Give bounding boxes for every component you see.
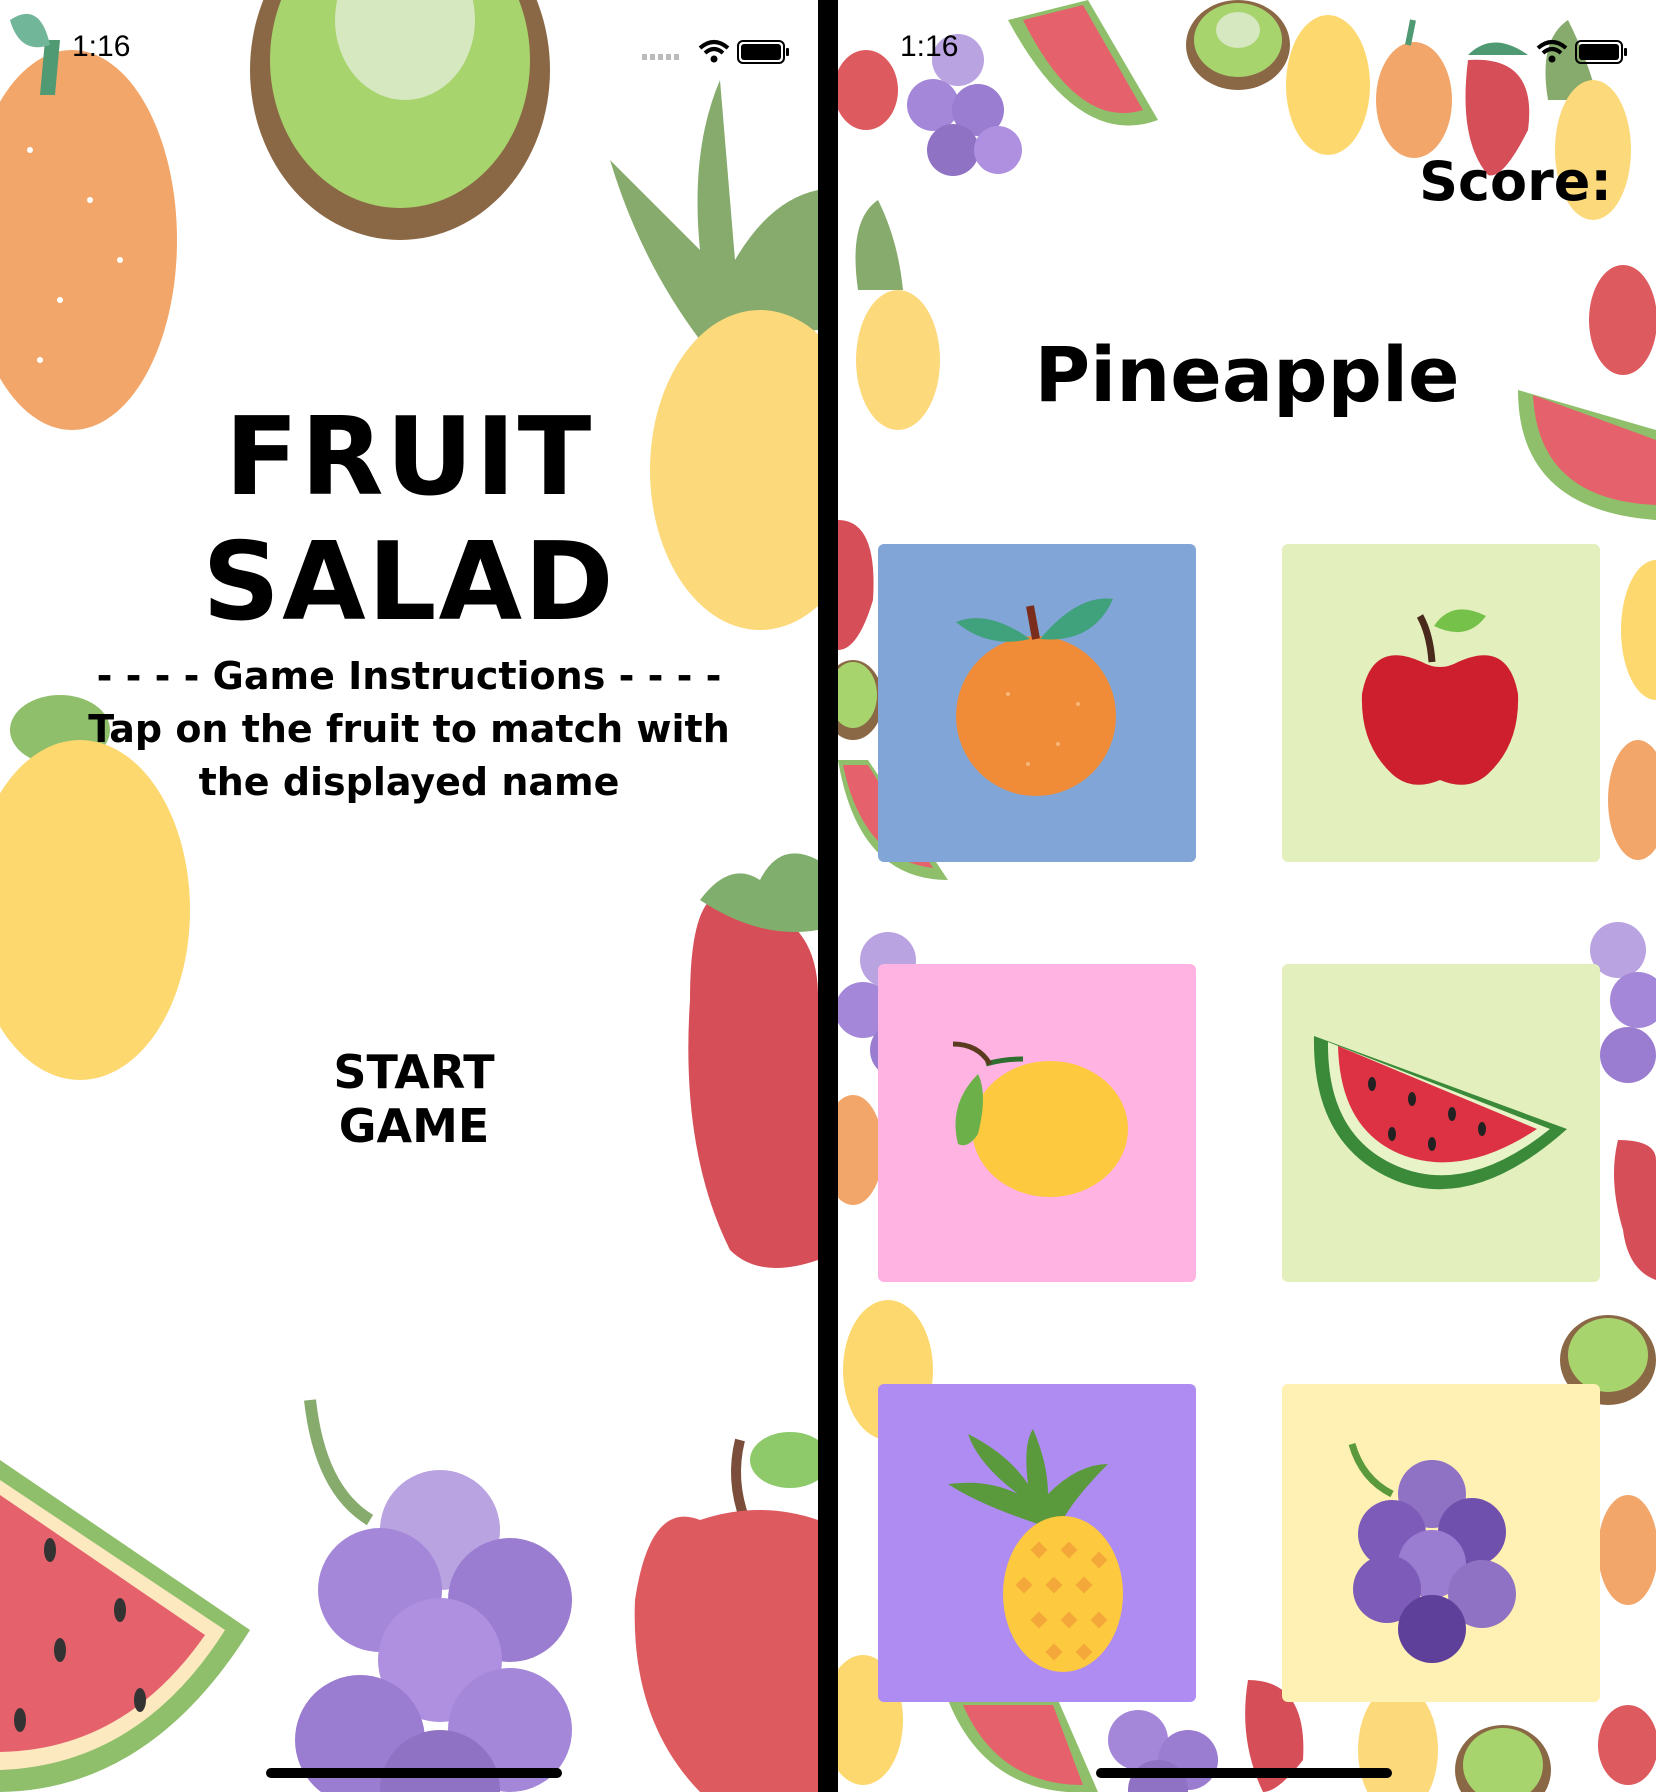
orange-decoration-icon	[0, 13, 177, 430]
strawberry-decoration-icon	[688, 853, 818, 1268]
signal-icon	[642, 54, 679, 60]
status-icons	[642, 40, 789, 64]
kiwi-decoration-icon	[1186, 0, 1290, 90]
grapes-decoration-icon	[1108, 1710, 1218, 1792]
fruit-tile-grapes[interactable]	[1282, 1384, 1600, 1702]
battery-icon	[1575, 40, 1627, 64]
instructions-line-1: Tap on the fruit to match with	[88, 707, 730, 751]
apple-icon	[1282, 544, 1600, 862]
instructions-heading: - - - - Game Instructions - - - -	[96, 654, 722, 698]
home-indicator[interactable]	[1096, 1768, 1392, 1778]
lemon-icon	[878, 964, 1196, 1282]
fruit-background-decoration	[0, 0, 818, 1792]
strawberry-decoration-icon	[1614, 1140, 1656, 1280]
game-title: FRUIT SALAD	[202, 395, 616, 645]
screen-divider	[818, 0, 838, 1792]
battery-icon	[737, 40, 789, 64]
start-screen: 1:16 FRUIT SALAD - - - - Game Instructio…	[0, 0, 818, 1792]
orange-decoration-icon	[838, 1095, 883, 1205]
instructions-line-2: the displayed name	[198, 760, 620, 804]
orange-decoration-icon	[1608, 740, 1656, 860]
grapes-decoration-icon	[295, 1399, 572, 1792]
fruit-tile-apple[interactable]	[1282, 544, 1600, 862]
watermelon-icon	[1282, 964, 1600, 1282]
grapes-icon	[1282, 1384, 1600, 1702]
fruit-tile-orange[interactable]	[878, 544, 1196, 862]
orange-decoration-icon	[1598, 1495, 1656, 1605]
pineapple-icon	[878, 1384, 1196, 1702]
wifi-icon	[1536, 40, 1568, 63]
kiwi-decoration-icon	[838, 660, 883, 740]
apple-decoration-icon	[634, 1432, 818, 1792]
orange-decoration-icon	[1376, 19, 1452, 158]
lemon-decoration-icon	[1286, 15, 1370, 155]
start-game-button[interactable]: START GAME	[268, 1045, 560, 1153]
status-time: 1:16	[900, 30, 959, 63]
status-icons	[1536, 40, 1627, 64]
kiwi-decoration-icon	[1455, 1725, 1551, 1792]
wifi-icon	[698, 40, 730, 63]
game-screen: 1:16 Score: Pineapple	[838, 0, 1656, 1792]
score-label: Score:	[1419, 150, 1612, 213]
game-instructions: - - - - Game Instructions - - - - Tap on…	[0, 650, 818, 809]
target-fruit-name: Pineapple	[1034, 330, 1460, 419]
watermelon-decoration-icon	[948, 1700, 1098, 1792]
fruit-tile-pineapple[interactable]	[878, 1384, 1196, 1702]
orange-icon	[878, 544, 1196, 862]
apple-decoration-icon	[838, 50, 898, 130]
strawberry-decoration-icon	[838, 520, 874, 650]
watermelon-decoration-icon	[1008, 0, 1158, 126]
watermelon-decoration-icon	[0, 1460, 250, 1792]
fruit-tile-lemon[interactable]	[878, 964, 1196, 1282]
status-time: 1:16	[72, 30, 131, 63]
lemon-decoration-icon	[1621, 560, 1656, 700]
apple-decoration-icon	[1598, 1705, 1656, 1785]
fruit-tile-watermelon[interactable]	[1282, 964, 1600, 1282]
kiwi-decoration-icon	[250, 0, 550, 240]
home-indicator[interactable]	[266, 1768, 562, 1778]
